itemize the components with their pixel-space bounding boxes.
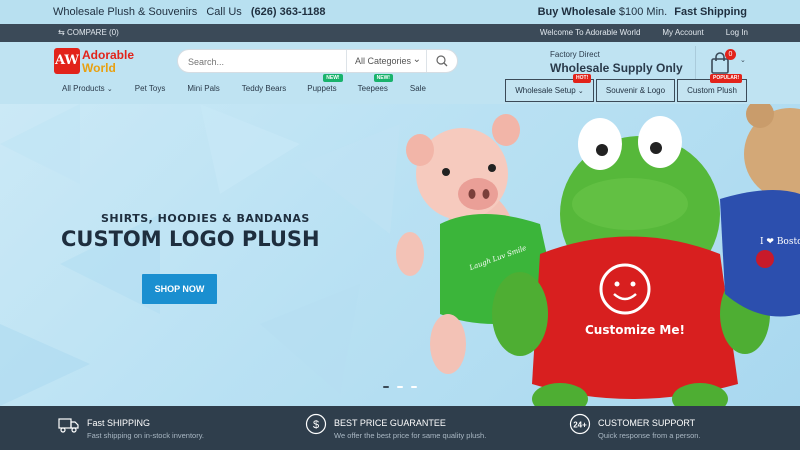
site-header: AW Adorable World All Categories ⌄ Facto…: [0, 42, 800, 104]
factory-direct-label: Factory Direct: [550, 50, 600, 59]
dollar-coin-icon: $: [305, 413, 327, 435]
site-logo[interactable]: AW Adorable World: [54, 46, 144, 76]
menu-item-teepees[interactable]: NEW! Teepees: [357, 74, 393, 93]
factory-direct-notice: Factory Direct Wholesale Supply Only: [550, 50, 683, 75]
hero-subtitle: SHIRTS, HOODIES & BANDANAS: [101, 212, 310, 225]
compare-label: COMPARE (0): [66, 28, 119, 37]
search-input[interactable]: [188, 54, 338, 69]
promo-tagline: Wholesale Plush & Souvenirs: [53, 6, 198, 18]
hero-background-pattern: [0, 104, 800, 406]
new-badge: NEW!: [373, 74, 393, 82]
buy-wholesale-label: Buy Wholesale: [537, 6, 616, 18]
carousel-pagination: [383, 386, 417, 388]
wholesale-supply-label: Wholesale Supply Only: [550, 61, 683, 75]
logo-text-line2: World: [82, 61, 116, 75]
wholesale-setup-button[interactable]: HOT! Wholesale Setup ⌄: [505, 74, 594, 102]
minimum-order: $100 Min.: [618, 6, 668, 18]
carousel-dot[interactable]: [383, 386, 389, 388]
svg-text:24+: 24+: [573, 421, 587, 430]
chevron-down-icon: ⌄: [106, 86, 113, 93]
24-hour-support-icon: 24+: [569, 413, 591, 435]
search-icon: [436, 55, 448, 67]
logo-mark: AW: [54, 48, 80, 74]
svg-text:$: $: [313, 419, 319, 431]
souvenir-logo-label: Souvenir & Logo: [605, 86, 666, 95]
menu-item-label: Puppets: [307, 84, 337, 93]
logo-text-line1: Adorable: [82, 48, 135, 62]
welcome-text: Welcome To Adorable World: [539, 28, 641, 37]
hero-title: CUSTOM LOGO PLUSH: [61, 227, 320, 251]
cart-chevron-down-icon: ⌄: [740, 57, 746, 64]
menu-item-all-products[interactable]: All Products ⌄: [62, 84, 113, 93]
search-bar: All Categories ⌄: [177, 49, 458, 73]
custom-plush-label: Custom Plush: [687, 86, 737, 95]
menu-item-label: All Products: [62, 84, 105, 93]
shop-now-button[interactable]: SHOP NOW: [142, 274, 217, 304]
menu-item-label: Sale: [409, 84, 426, 93]
menu-item-label: Pet Toys: [134, 84, 166, 93]
popular-badge: POPULAR!: [710, 74, 743, 83]
wholesale-setup-label: Wholesale Setup: [515, 86, 576, 95]
phone-number[interactable]: (626) 363-1188: [251, 6, 326, 18]
menu-item-mini-pals[interactable]: Mini Pals: [187, 84, 219, 93]
feature-description: Fast shipping on in-stock inventory.: [87, 431, 205, 440]
menu-item-teddy-bears[interactable]: Teddy Bears: [242, 84, 286, 93]
menu-item-pet-toys[interactable]: Pet Toys: [135, 84, 166, 93]
carousel-dot[interactable]: [397, 386, 403, 388]
features-bar: Fast SHIPPING Fast shipping on in-stock …: [0, 406, 800, 450]
compare-icon: ⇆: [58, 28, 65, 37]
category-select[interactable]: All Categories ⌄: [346, 50, 427, 72]
feature-title: Fast SHIPPING: [87, 418, 151, 428]
chevron-down-icon: ⌄: [577, 88, 584, 95]
log-in-link[interactable]: Log In: [726, 28, 748, 37]
menu-item-label: Teepees: [357, 84, 388, 93]
hero-banner: SHIRTS, HOODIES & BANDANAS CUSTOM LOGO P…: [0, 104, 800, 406]
souvenir-logo-button[interactable]: Souvenir & Logo: [596, 79, 675, 102]
hot-badge: HOT!: [573, 74, 592, 83]
call-us-label: Call Us: [206, 6, 242, 18]
new-badge: NEW!: [323, 74, 343, 82]
menu-item-label: Mini Pals: [187, 84, 220, 93]
feature-description: We offer the best price for same quality…: [334, 431, 487, 440]
feature-description: Quick response from a person.: [598, 431, 701, 440]
shirt-customize-text: Customize Me!: [585, 323, 685, 337]
chevron-down-icon: ⌄: [412, 54, 421, 65]
cart-count-badge: 0: [725, 49, 736, 60]
feature-title: CUSTOMER SUPPORT: [598, 418, 696, 428]
menu-item-sale[interactable]: Sale: [410, 84, 426, 93]
search-button[interactable]: [426, 50, 457, 72]
top-account-bar: ⇆ COMPARE (0) Welcome To Adorable World …: [0, 24, 800, 42]
custom-plush-button[interactable]: POPULAR! Custom Plush: [677, 74, 747, 102]
compare-link[interactable]: ⇆ COMPARE (0): [58, 28, 119, 37]
carousel-dot[interactable]: [411, 386, 417, 388]
main-menu: All Products ⌄ Pet Toys Mini Pals Teddy …: [62, 74, 426, 93]
feature-title: BEST PRICE GUARANTEE: [334, 418, 446, 428]
category-select-value: All Categories: [355, 56, 412, 66]
promo-bar: Wholesale Plush & Souvenirs Call Us (626…: [0, 0, 800, 24]
menu-item-label: Teddy Bears: [241, 84, 287, 93]
bear-shirt-text: I ❤ Boston: [760, 237, 800, 247]
my-account-link[interactable]: My Account: [662, 28, 703, 37]
fast-shipping-label: Fast Shipping: [674, 6, 747, 18]
truck-icon: [58, 418, 79, 433]
teddy-bear-illustration: [720, 104, 800, 317]
menu-item-puppets[interactable]: NEW! Puppets: [307, 74, 343, 93]
